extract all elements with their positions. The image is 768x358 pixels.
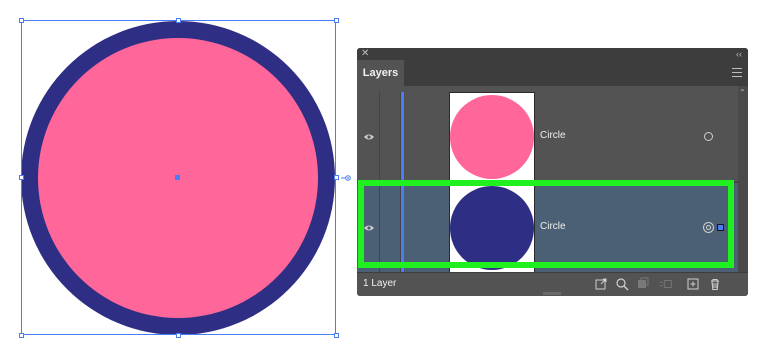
search-icon[interactable] xyxy=(615,277,629,291)
panel-tab-bar: Layers xyxy=(357,60,748,86)
panel-title-bar[interactable]: ✕ ‹‹ xyxy=(357,48,748,60)
resize-handle-right[interactable] xyxy=(334,175,339,180)
tab-layers[interactable]: Layers xyxy=(357,60,404,86)
eye-icon[interactable] xyxy=(364,133,374,141)
selected-layer-highlight xyxy=(358,180,734,268)
target-icon[interactable] xyxy=(704,132,713,141)
thumbnail-circle xyxy=(450,95,534,179)
layer-count: 1 Layer xyxy=(363,278,397,289)
lock-column[interactable] xyxy=(380,92,401,182)
export-icon[interactable] xyxy=(594,277,608,291)
layer-row[interactable]: Circle xyxy=(357,92,738,183)
center-point xyxy=(175,175,180,180)
resize-handle-bottom-right[interactable] xyxy=(334,333,339,338)
resize-handle-top-right[interactable] xyxy=(334,18,339,23)
new-sublayer-icon[interactable] xyxy=(659,277,673,291)
new-layer-icon[interactable] xyxy=(686,277,700,291)
trash-icon[interactable] xyxy=(708,277,722,291)
scroll-up-icon[interactable]: ⌃ xyxy=(739,88,746,97)
layer-thumbnail xyxy=(449,92,535,182)
menu-icon[interactable] xyxy=(732,68,742,77)
resize-grip[interactable] xyxy=(543,292,561,295)
rotation-handle-icon[interactable] xyxy=(341,174,351,182)
layer-name[interactable]: Circle xyxy=(540,130,566,141)
scrollbar[interactable]: ⌃ xyxy=(738,86,748,272)
resize-handle-bottom[interactable] xyxy=(176,333,181,338)
resize-handle-bottom-left[interactable] xyxy=(19,333,24,338)
resize-handle-top[interactable] xyxy=(176,18,181,23)
clipping-mask-icon[interactable] xyxy=(636,277,650,291)
resize-handle-left[interactable] xyxy=(19,175,24,180)
visibility-column[interactable] xyxy=(357,92,380,182)
resize-handle-top-left[interactable] xyxy=(19,18,24,23)
double-chevron-icon[interactable]: ‹‹ xyxy=(736,48,742,60)
layer-color-bar xyxy=(401,92,404,182)
close-icon[interactable]: ✕ xyxy=(361,48,369,60)
